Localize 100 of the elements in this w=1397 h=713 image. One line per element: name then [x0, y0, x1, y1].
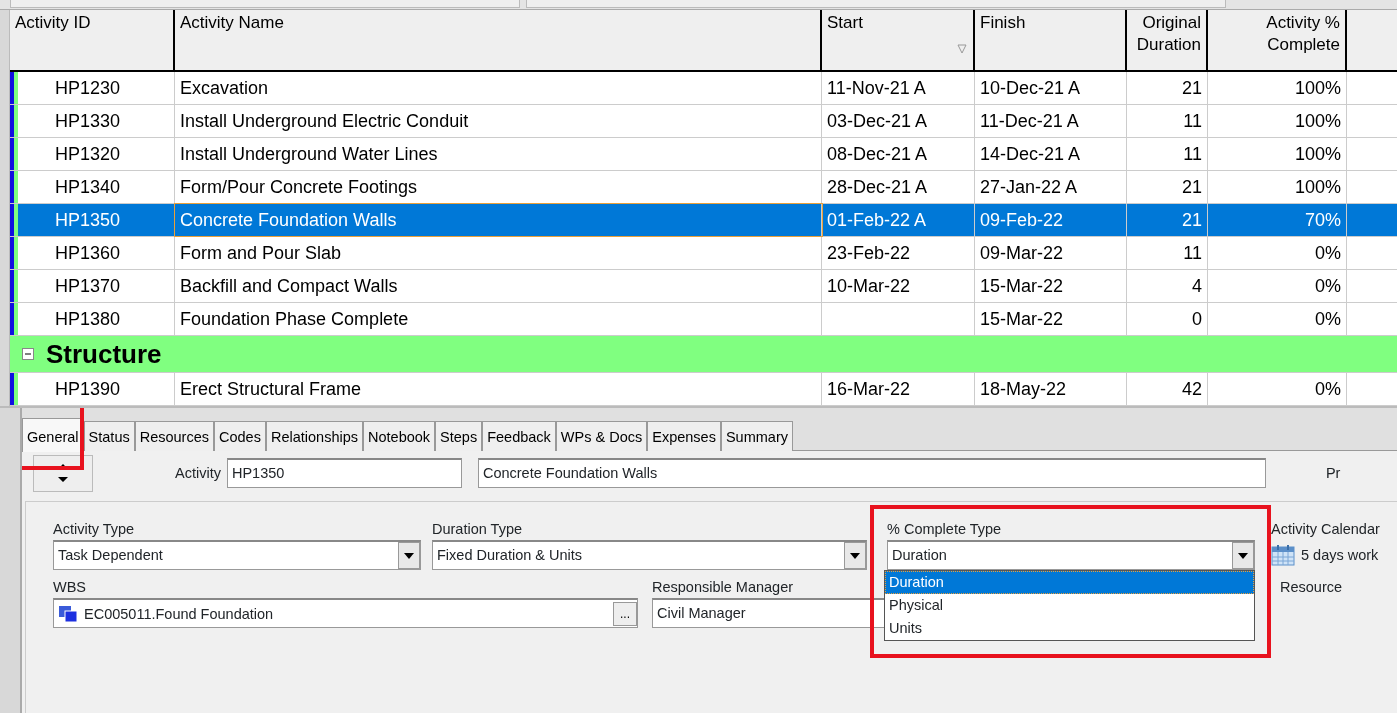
- table-cell: Install Underground Electric Conduit: [180, 111, 469, 131]
- table-cell: 0%: [1315, 243, 1341, 263]
- caret-icon[interactable]: [1238, 552, 1248, 559]
- table-cell: Excavation: [180, 78, 269, 98]
- table-cell: 4: [1192, 276, 1202, 296]
- column-header[interactable]: Finish: [975, 10, 1127, 70]
- table-cell: HP1380: [55, 309, 121, 329]
- table-cell: 23-Feb-22: [827, 243, 911, 263]
- table-row[interactable]: HP1330 Install Underground Electric Conduit 03-Dec-21 A 11-Dec-21 A 11 100%: [10, 105, 1397, 138]
- table-cell: 70%: [1304, 210, 1341, 230]
- dropdown-option[interactable]: Units: [885, 617, 1254, 640]
- column-header[interactable]: Start: [822, 10, 975, 70]
- tab[interactable]: Expenses: [647, 421, 721, 451]
- table-row[interactable]: HP1390 Erect Structural Frame 16-Mar-22 18-May-22 42 0%: [10, 373, 1397, 406]
- dropdown[interactable]: Duration: [887, 540, 1255, 570]
- dropdown-option[interactable]: Duration: [885, 571, 1254, 594]
- table-row[interactable]: HP1340 Form/Pour Concrete Footings 28-Dec-21 A 27-Jan-22 A 21 100%: [10, 171, 1397, 204]
- table-cell: 100%: [1294, 177, 1341, 197]
- table-cell: 09-Feb-22: [980, 210, 1064, 230]
- table-cell: 27-Jan-22 A: [980, 177, 1078, 197]
- table-cell: 21: [1181, 78, 1202, 98]
- table-cell: Backfill and Compact Walls: [180, 276, 398, 296]
- collapse-icon[interactable]: [22, 348, 34, 360]
- table-cell: 11: [1183, 144, 1202, 164]
- field-label: Duration Type: [432, 520, 522, 539]
- table-cell: 100%: [1294, 144, 1341, 164]
- table-cell: HP1350: [55, 210, 121, 230]
- table-cell: HP1330: [55, 111, 121, 131]
- table-cell: 09-Mar-22: [980, 243, 1064, 263]
- table-cell: 11-Nov-21 A: [827, 78, 926, 98]
- table-cell: 11: [1183, 243, 1202, 263]
- dropdown[interactable]: Fixed Duration & Units: [432, 540, 867, 570]
- table-cell: 01-Feb-22 A: [827, 210, 927, 230]
- caret-icon[interactable]: [850, 552, 860, 559]
- tab[interactable]: Notebook: [363, 421, 436, 451]
- tab[interactable]: WPs & Docs: [555, 421, 648, 451]
- table-cell: Form/Pour Concrete Footings: [180, 177, 418, 197]
- field-label: Responsible Manager: [652, 578, 794, 597]
- table-cell: HP1360: [55, 243, 121, 263]
- table-row[interactable]: HP1360 Form and Pour Slab 23-Feb-22 09-Mar-22 11 0%: [10, 237, 1397, 270]
- tab[interactable]: Relationships: [265, 421, 363, 451]
- calendar-icon: [1271, 544, 1295, 566]
- table-cell: HP1230: [55, 78, 121, 98]
- column-header[interactable]: Activity Name: [175, 10, 822, 70]
- table-row[interactable]: HP1370 Backfill and Compact Walls 10-Mar-22 15-Mar-22 4 0%: [10, 270, 1397, 303]
- tab[interactable]: Resources: [134, 421, 214, 451]
- group-title: Structure: [46, 337, 162, 371]
- wbs-icon: [58, 604, 78, 623]
- table-cell: 21: [1181, 210, 1202, 230]
- table-cell: Concrete Foundation Walls: [180, 210, 397, 230]
- table-cell: Erect Structural Frame: [180, 379, 362, 399]
- dropdown-option[interactable]: Physical: [885, 594, 1254, 617]
- table-cell: HP1340: [55, 177, 121, 197]
- table-cell: Foundation Phase Complete: [180, 309, 409, 329]
- tab[interactable]: Summary: [720, 421, 793, 451]
- table-cell: 21: [1181, 177, 1202, 197]
- table-cell: Install Underground Water Lines: [180, 144, 438, 164]
- table-cell: 10-Dec-21 A: [980, 78, 1081, 98]
- column-header[interactable]: Activity ID: [10, 10, 175, 70]
- field-label: Activity: [175, 464, 221, 483]
- table-cell: 0%: [1315, 309, 1341, 329]
- table-row[interactable]: HP1320 Install Underground Water Lines 08-Dec-21 A 14-Dec-21 A 11 100%: [10, 138, 1397, 171]
- caret-icon[interactable]: [404, 552, 414, 559]
- table-cell: HP1390: [55, 379, 121, 399]
- tab[interactable]: Steps: [435, 421, 483, 451]
- up-down-arrows-icon: [57, 462, 69, 484]
- table-cell: 0%: [1315, 379, 1341, 399]
- column-header[interactable]: Activity % Complete: [1208, 10, 1347, 70]
- table-row[interactable]: HP1350 Concrete Foundation Walls 01-Feb-22 A 09-Feb-22 21 70%: [10, 204, 1397, 237]
- table-cell: 28-Dec-21 A: [827, 177, 928, 197]
- table-cell: 10-Mar-22: [827, 276, 911, 296]
- field-label: Pr: [1325, 464, 1341, 483]
- table-cell: 11-Dec-21 A: [980, 111, 1079, 131]
- field-label: Activity Calendar: [1271, 520, 1380, 539]
- table-cell: 15-Mar-22: [980, 276, 1064, 296]
- calendar-value: 5 days work: [1301, 546, 1379, 565]
- dropdown[interactable]: Task Dependent: [53, 540, 421, 570]
- table-cell: 0%: [1315, 276, 1341, 296]
- browse-button[interactable]: ...: [613, 601, 637, 626]
- table-cell: HP1370: [55, 276, 121, 296]
- table-cell: 08-Dec-21 A: [827, 144, 928, 164]
- table-cell: 42: [1181, 379, 1202, 399]
- table-cell: 15-Mar-22: [980, 309, 1064, 329]
- field-label: % Complete Type: [887, 520, 1002, 539]
- tab[interactable]: Codes: [214, 421, 266, 451]
- activity-id-field[interactable]: HP1350: [226, 458, 462, 488]
- table-row[interactable]: HP1380 Foundation Phase Complete 15-Mar-22 0 0%: [10, 303, 1397, 336]
- wbs-field[interactable]: EC005011.Found Foundation ...: [53, 598, 638, 628]
- table-cell: 16-Mar-22: [827, 379, 911, 399]
- table-cell: Form and Pour Slab: [180, 243, 342, 263]
- tab[interactable]: Feedback: [482, 421, 556, 451]
- field-label: WBS: [53, 578, 87, 597]
- table-cell: 0: [1192, 309, 1202, 329]
- activity-name-field[interactable]: Concrete Foundation Walls: [477, 458, 1266, 488]
- table-cell: 100%: [1294, 78, 1341, 98]
- tab[interactable]: Status: [83, 421, 135, 451]
- table-cell: HP1320: [55, 144, 121, 164]
- table-row[interactable]: HP1230 Excavation 11-Nov-21 A 10-Dec-21 A 21 100%: [10, 72, 1397, 105]
- table-cell: 14-Dec-21 A: [980, 144, 1081, 164]
- column-header[interactable]: Original Duration: [1127, 10, 1208, 70]
